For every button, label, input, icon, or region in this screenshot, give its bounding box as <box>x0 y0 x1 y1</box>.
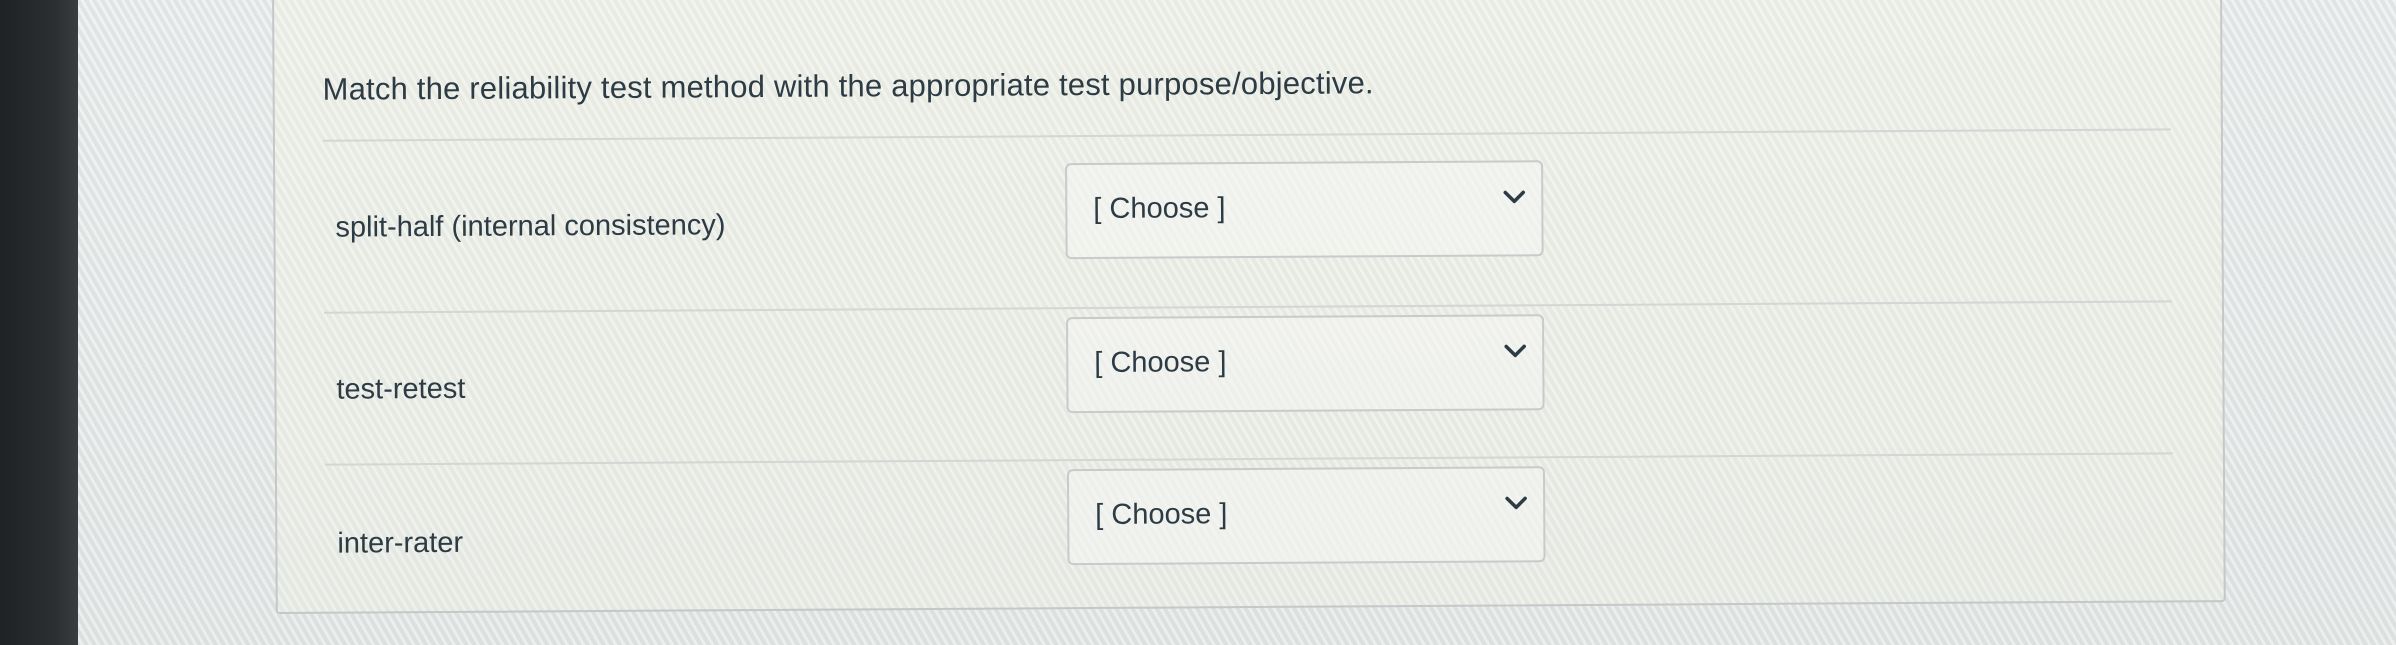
answer-select[interactable]: [ Choose ] <box>1065 160 1544 260</box>
answer-select[interactable]: [ Choose ] <box>1066 466 1546 566</box>
match-row-inter-rater: inter-rater [ Choose ] <box>277 458 2224 580</box>
chevron-down-icon <box>1504 344 1526 358</box>
chevron-down-icon <box>1505 496 1527 510</box>
select-value: [ Choose ] <box>1094 346 1227 379</box>
match-row-split-half: split-half (internal consistency) [ Choo… <box>275 148 2222 270</box>
question-text: Match the reliability test method with t… <box>322 65 1374 107</box>
quiz-question-panel: Match the reliability test method with t… <box>272 0 2226 614</box>
answer-select[interactable]: [ Choose ] <box>1066 314 1545 414</box>
screen: Match the reliability test method with t… <box>0 0 2396 645</box>
window-edge <box>0 0 78 645</box>
match-row-label: test-retest <box>336 372 466 406</box>
match-row-label: split-half (internal consistency) <box>335 209 726 244</box>
match-row-label: inter-rater <box>337 526 464 560</box>
select-value: [ Choose ] <box>1095 498 1228 531</box>
divider <box>322 128 2171 142</box>
match-row-test-retest: test-retest [ Choose ] <box>276 302 2223 424</box>
select-value: [ Choose ] <box>1093 192 1226 225</box>
chevron-down-icon <box>1503 190 1526 204</box>
